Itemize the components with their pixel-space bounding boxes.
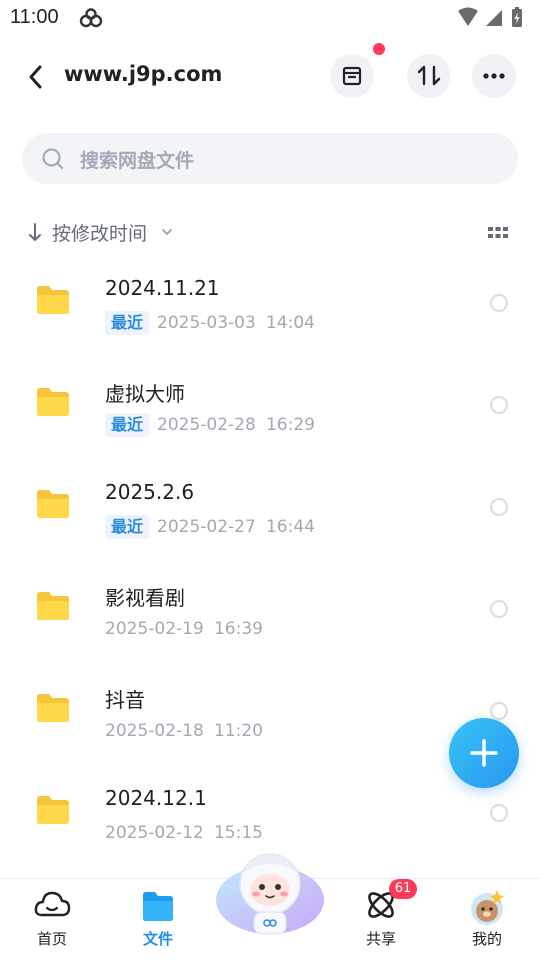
up-down-arrows-icon xyxy=(417,65,441,86)
file-meta: 2025-02-18 11:20 xyxy=(105,719,263,743)
search-input[interactable]: 搜索网盘文件 xyxy=(22,133,518,184)
search-icon xyxy=(41,147,65,175)
file-time: 16:44 xyxy=(265,517,315,537)
avatar-icon xyxy=(467,887,507,931)
file-row[interactable]: 2024.11.21 最近 2025-03-03 14:04 xyxy=(0,266,540,368)
file-time: 14:04 xyxy=(265,313,315,333)
file-time: 16:29 xyxy=(265,415,315,435)
status-indicators xyxy=(456,7,530,33)
archive-box-icon xyxy=(342,66,362,86)
folder-icon xyxy=(35,794,71,830)
file-meta: 最近 2025-02-28 16:29 xyxy=(105,413,315,437)
file-meta: 2025-02-19 16:39 xyxy=(105,617,263,641)
nav-item-files[interactable]: 文件 xyxy=(118,879,198,961)
file-date: 2025-02-27 xyxy=(157,517,256,537)
nav-item-home[interactable]: 首页 xyxy=(12,879,92,961)
folder-icon xyxy=(35,284,71,320)
file-meta: 2025-02-12 15:15 xyxy=(105,821,263,845)
cloud-home-icon xyxy=(32,887,72,927)
search-placeholder: 搜索网盘文件 xyxy=(80,150,195,172)
more-button[interactable] xyxy=(472,54,516,98)
folder-icon xyxy=(138,887,178,927)
file-meta: 最近 2025-02-27 16:44 xyxy=(105,515,315,539)
notification-dot xyxy=(373,43,385,55)
file-name: 2025.2.6 xyxy=(105,480,195,504)
file-date: 2025-03-03 xyxy=(157,313,256,333)
back-button[interactable] xyxy=(22,62,50,92)
chevron-down-icon xyxy=(160,224,174,243)
folder-icon xyxy=(35,692,71,728)
nav-label: 共享 xyxy=(365,930,396,948)
wifi-icon xyxy=(458,7,478,26)
folder-icon xyxy=(35,488,71,524)
add-button[interactable] xyxy=(449,718,519,788)
share-badge: 61 xyxy=(389,879,417,899)
archive-button[interactable] xyxy=(330,54,374,98)
file-row[interactable]: 虚拟大师 最近 2025-02-28 16:29 xyxy=(0,368,540,470)
nav-label: 我的 xyxy=(471,930,502,948)
file-date: 2025-02-12 xyxy=(105,823,204,843)
select-radio[interactable] xyxy=(490,396,508,414)
file-name: 抖音 xyxy=(105,688,145,712)
folder-icon xyxy=(35,590,71,626)
file-time: 15:15 xyxy=(213,823,263,843)
grid-view-button[interactable] xyxy=(486,225,510,245)
file-name: 2024.11.21 xyxy=(105,276,220,300)
sort-label: 按修改时间 xyxy=(52,223,148,245)
arrow-down-icon xyxy=(26,221,44,247)
battery-icon xyxy=(512,7,522,27)
transfer-button[interactable] xyxy=(407,54,451,98)
file-name: 虚拟大师 xyxy=(105,382,185,406)
select-radio[interactable] xyxy=(490,498,508,516)
recent-tag: 最近 xyxy=(105,311,150,335)
file-meta: 最近 2025-03-03 14:04 xyxy=(105,311,315,335)
file-date: 2025-02-19 xyxy=(105,619,204,639)
file-date: 2025-02-28 xyxy=(157,415,256,435)
select-radio[interactable] xyxy=(490,804,508,822)
nav-item-profile[interactable]: 我的 xyxy=(447,879,527,961)
file-name: 2024.12.1 xyxy=(105,786,207,810)
status-bar: 11:00 xyxy=(0,0,540,36)
signal-icon xyxy=(486,10,502,26)
file-date: 2025-02-18 xyxy=(105,721,204,741)
plus-icon xyxy=(470,739,498,767)
folder-icon xyxy=(35,386,71,422)
file-row[interactable]: 2025.2.6 最近 2025-02-27 16:44 xyxy=(0,470,540,572)
recent-tag: 最近 xyxy=(105,413,150,437)
file-name: 影视看剧 xyxy=(105,586,185,610)
nav-label: 文件 xyxy=(142,930,173,948)
mascot-button[interactable] xyxy=(214,850,326,940)
select-radio[interactable] xyxy=(490,294,508,312)
more-dots-icon xyxy=(483,73,505,79)
file-time: 16:39 xyxy=(213,619,263,639)
select-radio[interactable] xyxy=(490,600,508,618)
status-time: 11:00 xyxy=(10,6,59,28)
file-time: 11:20 xyxy=(213,721,263,741)
page-title: www.j9p.com xyxy=(64,62,223,86)
nav-label: 首页 xyxy=(36,930,67,948)
recent-tag: 最近 xyxy=(105,515,150,539)
chevron-left-icon xyxy=(29,65,42,89)
file-row[interactable]: 影视看剧 2025-02-19 16:39 xyxy=(0,572,540,674)
app-notification-icon xyxy=(79,8,103,32)
grid-icon xyxy=(488,227,508,238)
mascot-icon xyxy=(216,853,324,935)
